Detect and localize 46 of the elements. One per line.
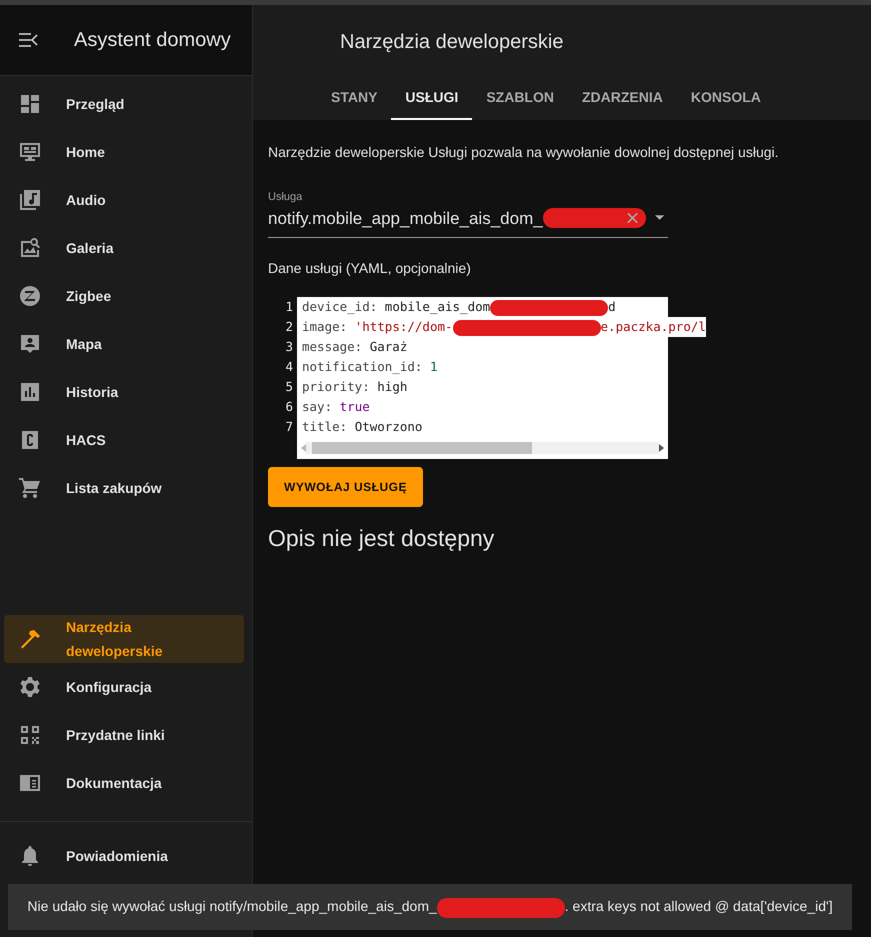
page-title: Narzędzia deweloperskie [339,30,564,55]
line-number: 7 [284,418,294,436]
sidebar-item[interactable]: Powiadomienia [4,832,244,880]
yaml-label: Dane usługi (YAML, opcjonalnie) [268,259,472,278]
sidebar-item[interactable]: Przydatne linki [4,711,244,759]
tab[interactable]: STANY [317,76,392,120]
sidebar-item[interactable]: Home [4,128,244,176]
cart-icon [18,476,42,500]
app-title: Asystent domowy [74,28,231,53]
dashboard-icon [18,92,42,116]
music-icon [18,188,42,212]
sidebar-item[interactable]: HACS [4,416,244,464]
sidebar-item[interactable]: Mapa [4,320,244,368]
monitor-icon [18,140,42,164]
sidebar-item[interactable]: Historia [4,368,244,416]
line-number: 1 [284,298,294,316]
line-number: 3 [284,338,294,356]
line-number: 4 [284,358,294,376]
call-service-button[interactable]: WYWOŁAJ USŁUGĘ [268,467,423,507]
service-field[interactable]: Usługa notify.mobile_app_mobile_ais_dom_ [268,189,668,238]
tab[interactable]: ZDARZENIA [568,76,677,120]
tab[interactable]: SZABLON [472,76,568,120]
sidebar-item[interactable]: Narzędzia deweloperskie [4,615,244,663]
description-text: Opis nie jest dostępny [268,525,496,553]
sidebar-item[interactable]: Lista zakupów [4,464,244,512]
tab[interactable]: KONSOLA [676,76,775,120]
settings-icon [18,675,42,699]
intro-text: Narzędzie deweloperskie Usługi pozwala na wywołanie dowolnej dostępnej usługi. [268,143,780,162]
zigbee-icon [18,284,42,308]
horizontal-scrollbar[interactable] [297,437,668,459]
sidebar-item[interactable]: Zigbee [4,272,244,320]
person-icon [18,332,42,356]
sidebar-item[interactable]: Konfiguracja [4,663,244,711]
line-number: 2 [284,318,294,336]
sidebar-item[interactable]: Dokumentacja [4,759,244,807]
line-number: 5 [284,378,294,396]
sidebar-item[interactable]: Audio [4,176,244,224]
tab[interactable]: USŁUGI [391,76,472,120]
dropdown-caret-icon[interactable] [654,215,664,222]
image-search-icon [18,236,42,260]
sidebar-item[interactable]: Galeria [4,224,244,272]
bar-chart-icon [18,380,42,404]
toast-message: Nie udało się wywołać usługi notify/mobile_app_mobile_ais_dom_ . extra keys not allowed @ data['device_id'] [27,896,833,918]
line-number: 6 [284,398,294,416]
sidebar-item[interactable]: Przegląd [4,80,244,128]
qr-code-icon [18,723,42,747]
